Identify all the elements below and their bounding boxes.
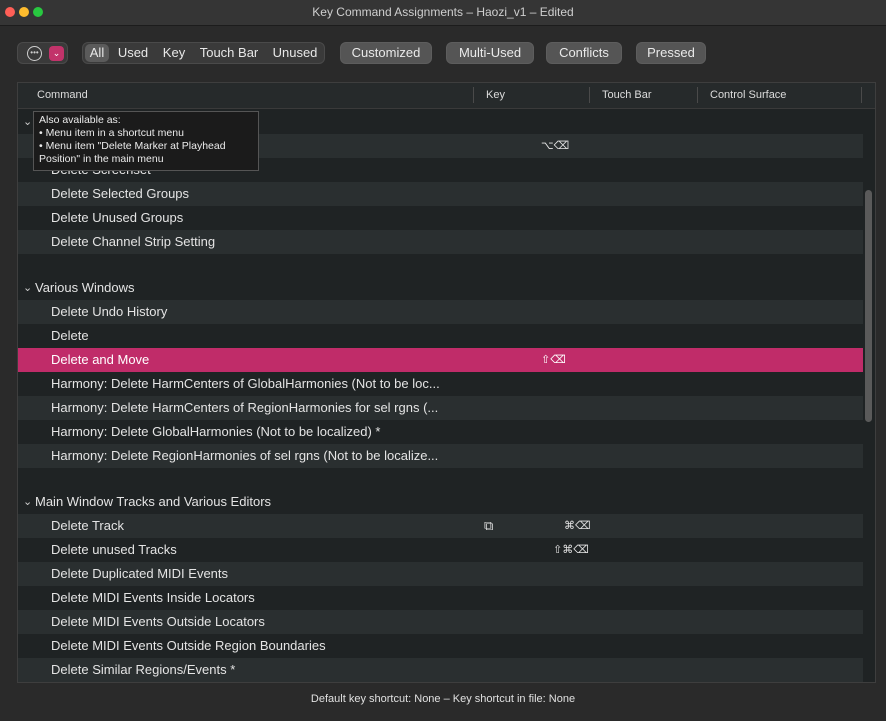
row-command: Delete MIDI Events Outside Region Bounda…	[51, 638, 326, 653]
table-rows: ⌄ ⌥⌫ Delete Screenset Delete Selected Gr…	[18, 110, 863, 682]
table-row[interactable]: Delete Track ⧉ ⌘⌫	[18, 514, 863, 538]
row-key: ⇧⌘⌫	[553, 544, 589, 556]
table-row[interactable]: Harmony: Delete HarmCenters of GlobalHar…	[18, 372, 863, 396]
pressed-button[interactable]: Pressed	[636, 42, 706, 64]
table-row[interactable]: Harmony: Delete GlobalHarmonies (Not to …	[18, 420, 863, 444]
column-control-surface[interactable]: Control Surface	[710, 89, 786, 101]
row-command: Delete and Move	[51, 352, 150, 367]
column-separator[interactable]	[697, 87, 698, 103]
window-title: Key Command Assignments – Haozi_v1 – Edi…	[312, 5, 574, 19]
row-key: ⌥⌫	[541, 140, 570, 152]
row-command: Delete MIDI Events Outside Locators	[51, 614, 265, 629]
row-command: Harmony: Delete HarmCenters of GlobalHar…	[51, 376, 440, 391]
table-row[interactable]: Harmony: Delete HarmCenters of RegionHar…	[18, 396, 863, 420]
toolbar: ••• ⌄ All Used Key Touch Bar Unused Cust…	[0, 26, 886, 78]
column-separator[interactable]	[589, 87, 590, 103]
conflicts-button[interactable]: Conflicts	[546, 42, 622, 64]
table-row[interactable]: Harmony: Delete RegionHarmonies of sel r…	[18, 444, 863, 468]
layers-icon: ⧉	[484, 518, 494, 533]
chevron-down-icon[interactable]: ⌄	[23, 110, 32, 134]
row-key: ⇧⌫	[541, 354, 566, 366]
table-row[interactable]: Delete MIDI Events Outside Locators	[18, 610, 863, 634]
filter-used[interactable]: Used	[113, 44, 153, 62]
row-command: Delete unused Tracks	[51, 542, 177, 557]
table-row[interactable]: Delete Duplicated MIDI Events	[18, 562, 863, 586]
table-row[interactable]: Delete MIDI Events Inside Locators	[18, 586, 863, 610]
row-command: Delete MIDI Events Inside Locators	[51, 590, 255, 605]
column-separator[interactable]	[473, 87, 474, 103]
tooltip-line: Also available as:	[39, 114, 121, 126]
customized-button[interactable]: Customized	[340, 42, 432, 64]
column-command[interactable]: Command	[37, 89, 88, 101]
status-text: Default key shortcut: None – Key shortcu…	[310, 693, 576, 705]
row-command: Delete Channel Strip Setting	[51, 234, 216, 249]
ellipsis-circle-icon[interactable]: •••	[27, 46, 42, 61]
column-touch-bar[interactable]: Touch Bar	[602, 89, 652, 101]
tooltip-line: • Menu item in a shortcut menu	[39, 127, 184, 139]
tooltip-line: • Menu item "Delete Marker at Playhead	[39, 140, 226, 152]
row-command: Delete Similar Regions/Events *	[51, 662, 236, 677]
row-command: Delete	[51, 328, 89, 343]
row-command: Delete Duplicated MIDI Events	[51, 566, 229, 581]
icon-segment: ••• ⌄	[17, 42, 68, 64]
row-command: Delete Undo History	[51, 304, 168, 319]
filter-unused[interactable]: Unused	[267, 44, 323, 62]
group-gap	[18, 468, 863, 490]
column-separator[interactable]	[861, 87, 862, 103]
table-row[interactable]: Delete	[18, 324, 863, 348]
row-command: Harmony: Delete HarmCenters of RegionHar…	[51, 400, 439, 415]
scrollbar-thumb[interactable]	[865, 190, 872, 422]
row-key: ⌘⌫	[564, 520, 591, 532]
table-header: Command Key Touch Bar Control Surface	[18, 83, 875, 109]
row-command: Delete Track	[51, 518, 124, 533]
filter-key[interactable]: Key	[157, 44, 191, 62]
tooltip: Also available as: • Menu item in a shor…	[33, 111, 259, 171]
filter-all[interactable]: All	[85, 44, 109, 62]
table-row[interactable]: Delete Selected Groups	[18, 182, 863, 206]
pink-chevron-icon[interactable]: ⌄	[49, 46, 64, 61]
column-key[interactable]: Key	[486, 89, 505, 101]
vertical-scrollbar[interactable]	[861, 110, 875, 682]
row-command: Harmony: Delete GlobalHarmonies (Not to …	[51, 424, 381, 439]
row-command: Harmony: Delete RegionHarmonies of sel r…	[51, 448, 439, 463]
group-label: Main Window Tracks and Various Editors	[35, 494, 272, 509]
row-command: Delete Selected Groups	[51, 186, 190, 201]
table-row[interactable]: Delete Undo History	[18, 300, 863, 324]
row-command: Delete Unused Groups	[51, 210, 184, 225]
filter-touch-bar[interactable]: Touch Bar	[195, 44, 263, 62]
filter-segmented-control: All Used Key Touch Bar Unused	[82, 42, 325, 64]
multi-used-button[interactable]: Multi-Used	[446, 42, 534, 64]
table-row[interactable]: Delete unused Tracks ⇧⌘⌫	[18, 538, 863, 562]
table-row[interactable]: Delete MIDI Events Outside Region Bounda…	[18, 634, 863, 658]
tooltip-line: Position" in the main menu	[39, 153, 164, 165]
key-commands-table: Command Key Touch Bar Control Surface ⌄ …	[17, 82, 876, 683]
group-header[interactable]: ⌄ Main Window Tracks and Various Editors	[18, 490, 863, 514]
chevron-down-icon[interactable]: ⌄	[23, 276, 32, 300]
table-row[interactable]: Delete Channel Strip Setting	[18, 230, 863, 254]
table-row-selected[interactable]: Delete and Move ⇧⌫	[18, 348, 863, 372]
title-bar: Key Command Assignments – Haozi_v1 – Edi…	[0, 0, 886, 26]
group-label: Various Windows	[35, 280, 135, 295]
group-header[interactable]: ⌄ Various Windows	[18, 276, 863, 300]
table-row[interactable]: Delete Unused Groups	[18, 206, 863, 230]
table-row[interactable]: Delete Similar Regions/Events *	[18, 658, 863, 682]
chevron-down-icon[interactable]: ⌄	[23, 490, 32, 514]
group-gap	[18, 254, 863, 276]
